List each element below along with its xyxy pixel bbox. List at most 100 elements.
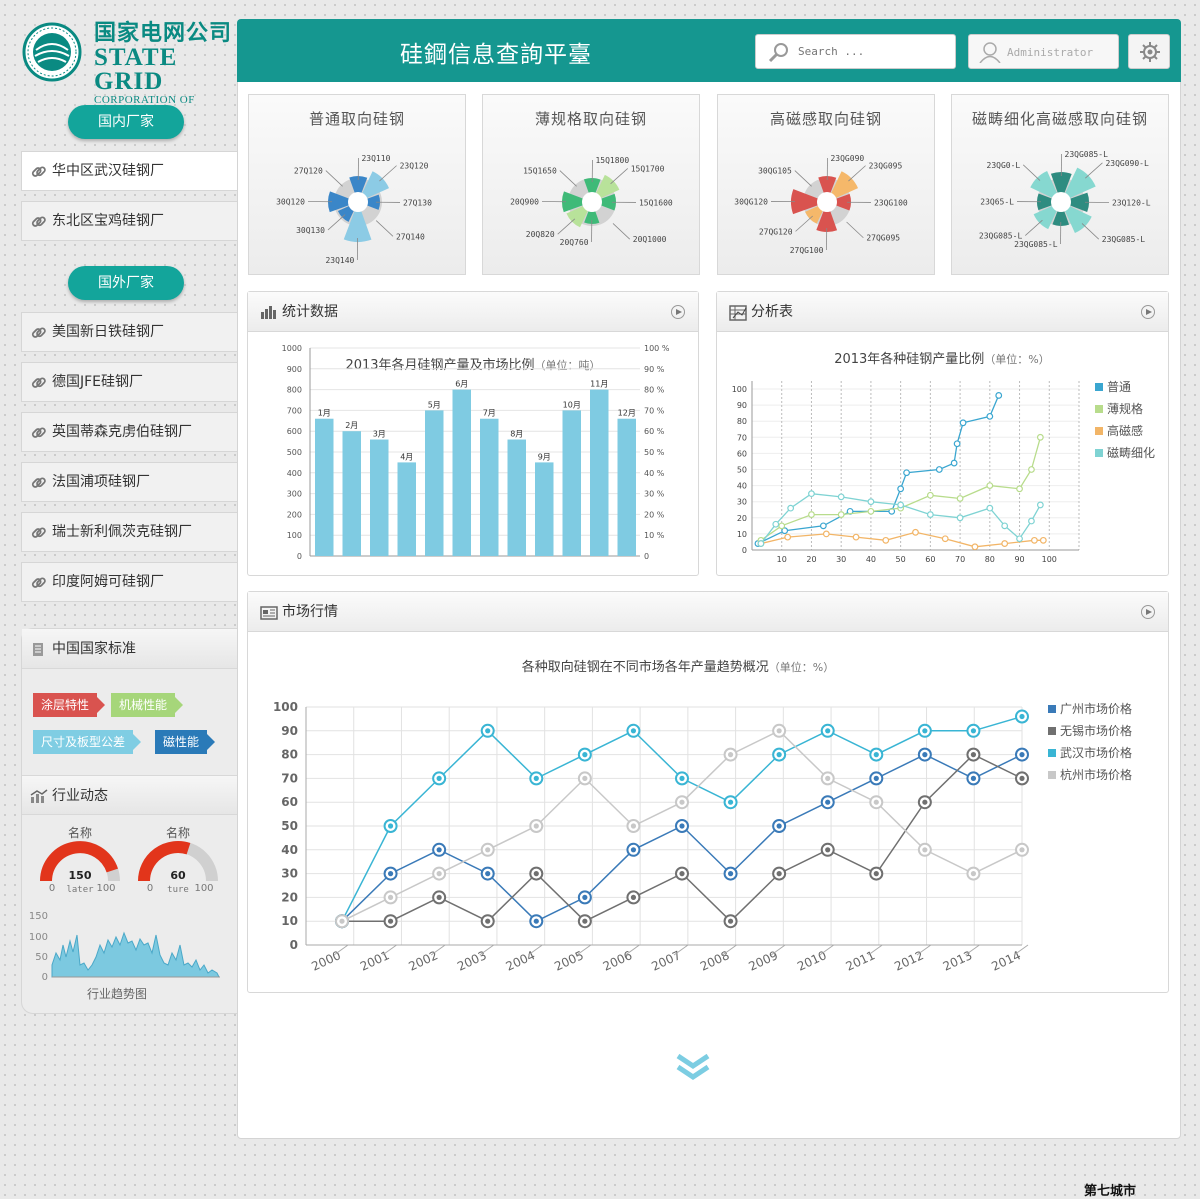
legend-label: 杭州市场价格 xyxy=(1060,767,1132,782)
x-tick-label: 50 xyxy=(896,555,906,564)
gauge-2-min: 0 xyxy=(147,883,153,894)
gauge-2-name: 名称 xyxy=(166,825,190,840)
rose-label: 23Q120-L xyxy=(1112,198,1151,207)
news-widgets: 名称 150 0 later 100 名称 60 0 ture 100 150 … xyxy=(29,825,220,1001)
sidebar-item-factory[interactable]: 法国浦项硅钢厂 xyxy=(21,462,239,502)
y-tick-label: 100 xyxy=(287,531,302,540)
sidebar-item-label: 美国新日铁硅钢厂 xyxy=(52,324,164,340)
bar xyxy=(590,389,609,556)
sidebar-item-label: 德国JFE硅钢厂 xyxy=(52,374,144,390)
data-point xyxy=(1031,536,1038,544)
stats-panel: 统计数据 2013年各月硅钢产量及市场比例（单位：吨） 1000 100 % 900… xyxy=(247,291,699,576)
y-tick-label: 90 xyxy=(281,724,298,738)
tag-coating[interactable]: 涂层特性 xyxy=(33,693,106,717)
bar-label: 2月 xyxy=(345,421,358,430)
y-tick-label: 40 xyxy=(281,843,298,857)
y2-tick-label: 20 % xyxy=(644,510,665,519)
rose-label: 20Q1000 xyxy=(633,235,667,244)
y2-tick-label: 30 % xyxy=(644,490,665,499)
search-box[interactable] xyxy=(755,34,956,69)
y-tick-label: 600 xyxy=(287,427,302,436)
sidebar-item-label: 瑞士新利佩茨克硅钢厂 xyxy=(52,524,192,540)
link-icon xyxy=(31,427,46,438)
y-tick-label: 0 xyxy=(297,552,302,561)
data-point xyxy=(959,419,967,427)
play-icon[interactable] xyxy=(1141,305,1155,319)
rose-label: 27Q130 xyxy=(403,198,432,207)
standards-header[interactable]: 中国国家标准 xyxy=(22,629,237,669)
card-title: 薄规格取向硅钢 xyxy=(534,110,647,128)
monthly-bar-chart: 1000 100 %900 90 %800 80 %700 70 %600 60 %500… xyxy=(282,344,670,561)
bar xyxy=(370,439,389,556)
trend-chart-icon xyxy=(30,789,48,803)
sidebar-item-factory[interactable]: 美国新日铁硅钢厂 xyxy=(21,312,239,352)
y2-tick-label: 70 % xyxy=(644,406,665,415)
bar-label: 11月 xyxy=(590,380,608,389)
rose-label: 30QG120 xyxy=(734,197,768,206)
data-point xyxy=(986,412,994,420)
data-point xyxy=(837,511,845,518)
data-point xyxy=(772,520,780,528)
tag-magnetic[interactable]: 磁性能 xyxy=(155,730,216,754)
document-icon xyxy=(33,643,43,656)
gauge-1-min: 0 xyxy=(49,883,55,894)
rose-label: 23QG090-L xyxy=(1105,159,1149,168)
data-point xyxy=(822,530,830,538)
x-tick-label: 60 xyxy=(925,555,935,564)
legend-label: 广州市场价格 xyxy=(1060,701,1132,716)
y-tick-label: 100 xyxy=(273,700,298,714)
sidebar-item-factory[interactable]: 瑞士新利佩茨克硅钢厂 xyxy=(21,512,239,552)
data-point xyxy=(956,495,964,502)
foreign-factories-pill[interactable]: 国外厂家 xyxy=(68,266,184,300)
y-tick-label: 300 xyxy=(287,490,302,499)
sidebar-item-label: 英国蒂森克虏伯硅钢厂 xyxy=(52,424,192,440)
data-point xyxy=(837,493,845,501)
rose-label: 23QG085-L xyxy=(1102,235,1146,244)
y-tick-label: 0 xyxy=(742,546,747,555)
sidebar-item-factory[interactable]: 华中区武汉硅钢厂 xyxy=(21,151,239,191)
search-input[interactable] xyxy=(796,44,946,59)
x-tick-label: 30 xyxy=(836,555,846,564)
data-point xyxy=(787,504,795,512)
y-tick-label: 400 xyxy=(287,469,302,478)
rose-label: 15Q1600 xyxy=(639,198,673,207)
rose-label: 23QG090 xyxy=(830,154,864,163)
sidebar-item-factory[interactable]: 英国蒂森克虏伯硅钢厂 xyxy=(21,412,239,452)
data-point xyxy=(971,543,979,551)
play-icon[interactable] xyxy=(1141,605,1155,619)
state-grid-logo: 国家电网公司 STATE GRID CORPORATION OF CHINA xyxy=(22,18,232,118)
bar xyxy=(535,462,554,556)
user-icon xyxy=(979,42,1001,63)
domestic-factories-pill[interactable]: 国内厂家 xyxy=(68,105,184,139)
rose-label: 23QG100 xyxy=(874,198,908,207)
card-thin-gauge-steel[interactable]: 薄规格取向硅钢 15Q1800 15Q1700 15Q1600 20Q1000 20Q7… xyxy=(482,94,700,275)
tag-mechanical[interactable]: 机械性能 xyxy=(111,693,184,717)
y-tick-label: 40 xyxy=(737,482,747,491)
card-high-permeability-steel[interactable]: 高磁感取向硅钢 23QG090 23QG095 23QG100 27QG095 27QG… xyxy=(717,94,935,275)
sidebar-item-label: 印度阿姆可硅钢厂 xyxy=(52,574,164,590)
scroll-down-icon[interactable] xyxy=(675,1053,711,1083)
data-point xyxy=(867,507,875,515)
sidebar-item-factory[interactable]: 东北区宝鸡硅钢厂 xyxy=(21,201,239,241)
card-normal-oriented-steel[interactable]: 普通取向硅钢 23Q110 23Q120 27Q130 27Q140 23Q140 30Q… xyxy=(248,94,466,275)
rose-label: 23Q120 xyxy=(400,162,429,171)
data-point xyxy=(1016,535,1023,543)
sidebar-item-factory[interactable]: 印度阿姆可硅钢厂 xyxy=(21,562,239,602)
sidebar-item-label: 华中区武汉硅钢厂 xyxy=(52,163,164,179)
settings-button[interactable] xyxy=(1128,34,1170,69)
news-header[interactable]: 行业动态 xyxy=(22,775,237,815)
sidebar-item-label: 东北区宝鸡硅钢厂 xyxy=(52,213,164,229)
rose-chart: 23Q110 23Q120 27Q130 27Q140 23Q140 30Q130 30Q1… xyxy=(276,154,432,265)
tag-dimension-tolerance[interactable]: 尺寸及板型公差 xyxy=(33,730,142,754)
sidebar-item-factory[interactable]: 德国JFE硅钢厂 xyxy=(21,362,239,402)
bar-label: 8月 xyxy=(510,430,523,439)
app-title: 硅鋼信息查詢平臺 xyxy=(400,42,592,68)
series-line xyxy=(760,531,1044,548)
card-domain-refined-steel[interactable]: 磁畴细化高磁感取向硅钢 23QG085-L 23QG090-L 23Q120-L 23… xyxy=(951,94,1169,275)
y-tick-label: 30 xyxy=(281,867,298,881)
user-menu[interactable]: Administrator xyxy=(968,34,1119,69)
mini-ytick: 0 xyxy=(42,972,48,983)
logo-en-text: STATE GRID xyxy=(94,44,178,95)
sidebar-item-label: 法国浦项硅钢厂 xyxy=(52,474,150,490)
play-icon[interactable] xyxy=(671,305,685,319)
